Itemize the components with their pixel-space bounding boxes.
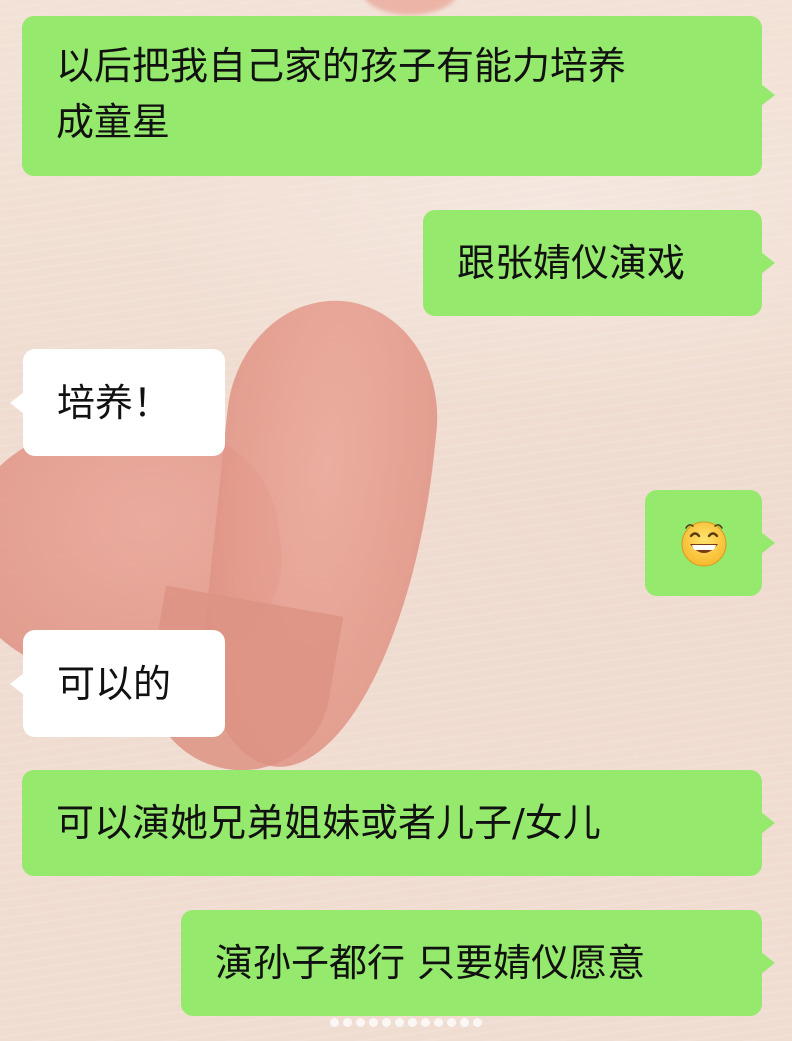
message-text: 培养！ (57, 380, 172, 425)
bubble-tail (761, 532, 775, 554)
bubble-tail (761, 84, 775, 106)
bubble-tail (10, 672, 24, 695)
message-bubble-outgoing[interactable]: 跟张婧仪演戏 (423, 210, 775, 316)
message-text: 演孙子都行 只要婧仪愿意 (215, 941, 646, 985)
bubble-tail (761, 812, 775, 834)
heart-wallpaper-top (360, 0, 460, 15)
message-text: 可以演她兄弟姐妹或者儿子/女儿 (56, 801, 601, 845)
message-bubble-incoming[interactable]: 可以的 (10, 630, 225, 737)
bubble-tail (761, 952, 775, 974)
message-bubble-outgoing[interactable]: 以后把我自己家的孩子有能力培养 成童星 (22, 16, 775, 176)
message-bubble-outgoing[interactable]: 演孙子都行 只要婧仪愿意 (181, 910, 775, 1016)
grinning-face-emoji (681, 521, 726, 567)
message-bubble-outgoing[interactable] (645, 490, 775, 596)
message-bubble-outgoing[interactable]: 可以演她兄弟姐妹或者儿子/女儿 (22, 770, 775, 876)
bubble-tail (761, 252, 775, 274)
message-text: 以后把我自己家的孩子有能力培养 成童星 (56, 44, 627, 144)
bubble-tail (10, 391, 24, 414)
message-text: 跟张婧仪演戏 (457, 241, 686, 285)
watermark-dots (330, 1018, 490, 1030)
message-bubble-incoming[interactable]: 培养！ (10, 349, 225, 456)
message-text: 可以的 (57, 661, 172, 706)
